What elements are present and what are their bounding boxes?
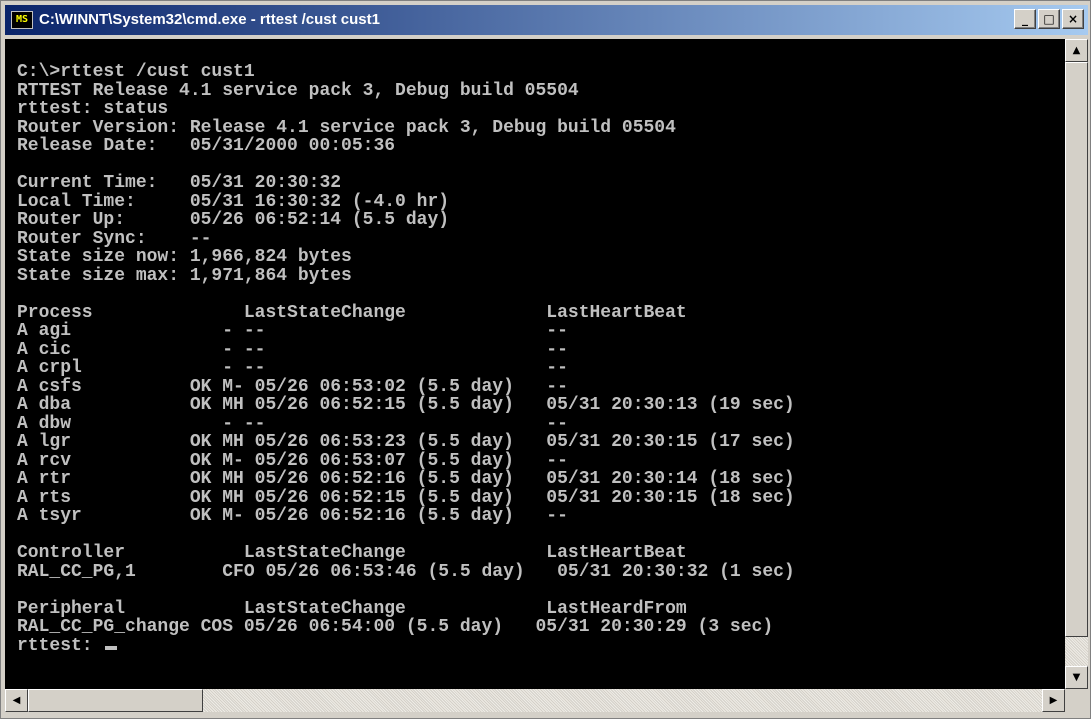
console-line: Peripheral LastStateChange LastHeardFrom bbox=[17, 598, 687, 619]
console-line: C:\>rttest /cust cust1 bbox=[17, 62, 255, 82]
console-line: A rcv OK M- 05/26 06:53:07 (5.5 day) -- bbox=[17, 450, 568, 471]
console-line: Local Time: 05/31 16:30:32 (-4.0 hr) bbox=[17, 191, 450, 212]
horizontal-scrollbar[interactable]: ◀ ▶ bbox=[5, 689, 1065, 712]
vertical-scroll-thumb[interactable] bbox=[1065, 62, 1088, 637]
horizontal-scroll-thumb[interactable] bbox=[28, 689, 203, 712]
console-line: RTTEST Release 4.1 service pack 3, Debug… bbox=[17, 80, 579, 101]
console-line: Current Time: 05/31 20:30:32 bbox=[17, 173, 342, 193]
console-line: A lgr OK MH 05/26 06:53:23 (5.5 day) 05/… bbox=[17, 432, 795, 452]
console-line: Router Sync: -- bbox=[17, 228, 212, 249]
console-line: A tsyr OK M- 05/26 06:52:16 (5.5 day) -- bbox=[17, 506, 568, 526]
size-grip[interactable] bbox=[1065, 689, 1088, 712]
console-line: A csfs OK M- 05/26 06:53:02 (5.5 day) -- bbox=[17, 376, 568, 397]
minimize-button[interactable]: _ bbox=[1014, 9, 1036, 29]
console-output-area[interactable]: C:\>rttest /cust cust1 RTTEST Release 4.… bbox=[5, 39, 1065, 689]
console-line: RAL_CC_PG,1 CFO 05/26 06:53:46 (5.5 day)… bbox=[17, 561, 795, 582]
console-line: A dbw - -- -- bbox=[17, 413, 568, 434]
scroll-right-button[interactable]: ▶ bbox=[1042, 689, 1065, 712]
window-controls: _ □ × bbox=[1014, 9, 1084, 29]
close-button[interactable]: × bbox=[1062, 9, 1084, 29]
command-prompt[interactable]: rttest: bbox=[17, 636, 103, 656]
window-title: C:\WINNT\System32\cmd.exe - rttest /cust… bbox=[39, 11, 380, 28]
console-line: Release Date: 05/31/2000 00:05:36 bbox=[17, 136, 396, 156]
console-window: MS C:\WINNT\System32\cmd.exe - rttest /c… bbox=[0, 0, 1091, 719]
text-cursor bbox=[105, 645, 118, 650]
cmd-app-icon[interactable]: MS bbox=[11, 11, 33, 29]
console-line: RAL_CC_PG_change COS 05/26 06:54:00 (5.5… bbox=[17, 617, 774, 637]
console-line: Controller LastStateChange LastHeartBeat bbox=[17, 543, 687, 563]
console-line: A rts OK MH 05/26 06:52:15 (5.5 day) 05/… bbox=[17, 487, 795, 508]
console-line: A rtr OK MH 05/26 06:52:16 (5.5 day) 05/… bbox=[17, 469, 795, 489]
console-line: Router Version: Release 4.1 service pack… bbox=[17, 117, 676, 138]
app-icon-label: MS bbox=[15, 14, 29, 25]
console-line: A agi - -- -- bbox=[17, 321, 568, 341]
scroll-left-button[interactable]: ◀ bbox=[5, 689, 28, 712]
maximize-button[interactable]: □ bbox=[1038, 9, 1060, 29]
console-text: C:\>rttest /cust cust1 RTTEST Release 4.… bbox=[17, 63, 795, 655]
console-line: State size max: 1,971,864 bytes bbox=[17, 265, 352, 286]
console-line: Router Up: 05/26 06:52:14 (5.5 day) bbox=[17, 210, 450, 230]
title-bar[interactable]: MS C:\WINNT\System32\cmd.exe - rttest /c… bbox=[5, 5, 1088, 35]
console-line: Process LastStateChange LastHeartBeat bbox=[17, 302, 687, 323]
scroll-down-button[interactable]: ▼ bbox=[1065, 666, 1088, 689]
scroll-up-button[interactable]: ▲ bbox=[1065, 39, 1088, 62]
console-line: A cic - -- -- bbox=[17, 339, 568, 360]
console-line: A dba OK MH 05/26 06:52:15 (5.5 day) 05/… bbox=[17, 395, 795, 415]
console-line: State size now: 1,966,824 bytes bbox=[17, 247, 352, 267]
console-line: rttest: status bbox=[17, 99, 169, 119]
console-line: A crpl - -- -- bbox=[17, 358, 568, 378]
vertical-scrollbar[interactable]: ▲ ▼ bbox=[1065, 39, 1088, 689]
